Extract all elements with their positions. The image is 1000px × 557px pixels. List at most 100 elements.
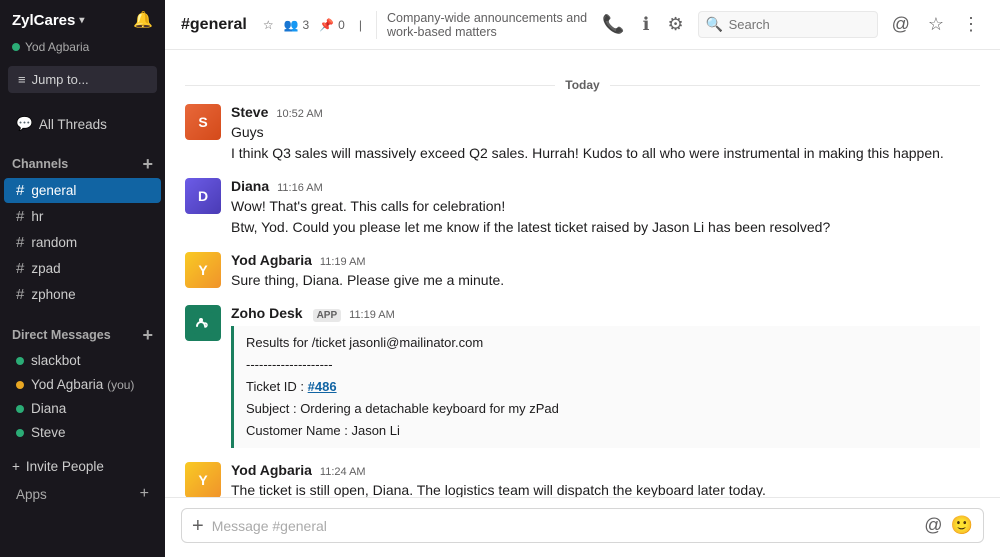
at-mention-icon[interactable]: @ xyxy=(924,515,942,536)
message-content-yod2: Yod Agbaria 11:24 AM The ticket is still… xyxy=(231,462,980,497)
jump-to-label: Jump to... xyxy=(32,72,89,87)
bookmark-icon[interactable]: ☆ xyxy=(924,10,948,39)
hash-icon: # xyxy=(16,182,24,199)
all-threads-label: All Threads xyxy=(39,117,107,132)
channel-random-label: random xyxy=(31,235,77,250)
message-content-zoho: Zoho Desk APP 11:19 AM Results for /tick… xyxy=(231,305,980,448)
dm-header[interactable]: Direct Messages + xyxy=(0,322,165,348)
settings-icon[interactable]: ⚙ xyxy=(663,10,687,39)
hash-icon: # xyxy=(16,286,24,303)
dm-diana[interactable]: Diana xyxy=(4,397,161,420)
pins-button[interactable]: 📌 0 xyxy=(319,18,345,32)
phone-icon[interactable]: 📞 xyxy=(598,10,628,39)
message-input[interactable] xyxy=(212,518,917,534)
channel-zphone-label: zphone xyxy=(31,287,75,302)
sidebar-item-all-threads[interactable]: 💬 All Threads xyxy=(4,112,161,136)
dm-label: Direct Messages xyxy=(12,328,111,342)
channel-hr-label: hr xyxy=(31,209,43,224)
message-group-yod2: Y Yod Agbaria 11:24 AM The ticket is sti… xyxy=(185,462,980,497)
sidebar-item-zphone[interactable]: # zphone xyxy=(4,282,161,307)
bell-icon[interactable]: 🔔 xyxy=(133,10,153,30)
sidebar-item-zpad[interactable]: # zpad xyxy=(4,256,161,281)
workspace-caret-icon: ▾ xyxy=(79,15,84,26)
msg-steve-line2: I think Q3 sales will massively exceed Q… xyxy=(231,143,980,164)
separator: | xyxy=(355,14,366,36)
message-group-steve: S Steve 10:52 AM Guys I think Q3 sales w… xyxy=(185,104,980,164)
sender-diana1: Diana xyxy=(231,178,269,194)
star-icon: ☆ xyxy=(263,18,274,32)
workspace-name[interactable]: ZylCares ▾ xyxy=(12,12,84,29)
message-content-steve: Steve 10:52 AM Guys I think Q3 sales wil… xyxy=(231,104,980,164)
dm-section: Direct Messages + slackbot Yod Agbaria (… xyxy=(0,322,165,445)
dm-dot-slackbot xyxy=(16,357,24,365)
app-badge: APP xyxy=(313,309,342,322)
sidebar: ZylCares ▾ 🔔 Yod Agbaria ≡ Jump to... 💬 … xyxy=(0,0,165,557)
sidebar-item-general[interactable]: # general xyxy=(4,178,161,203)
workspace-header: ZylCares ▾ 🔔 xyxy=(0,0,165,38)
timestamp-diana1: 11:16 AM xyxy=(277,182,323,194)
message-group-diana1: D Diana 11:16 AM Wow! That's great. This… xyxy=(185,178,980,238)
topbar: #general ☆ 👥 3 📌 0 | Company-wide announ… xyxy=(165,0,1000,50)
sidebar-item-hr[interactable]: # hr xyxy=(4,204,161,229)
timestamp-steve: 10:52 AM xyxy=(276,108,322,120)
message-content-diana1: Diana 11:16 AM Wow! That's great. This c… xyxy=(231,178,980,238)
zoho-ticket-id: Ticket ID : #486 xyxy=(246,376,968,398)
sidebar-bottom: + Invite People Apps + xyxy=(0,453,165,508)
timestamp-yod1: 11:19 AM xyxy=(320,256,366,268)
info-icon[interactable]: ℹ xyxy=(639,10,654,39)
dm-slackbot[interactable]: slackbot xyxy=(4,349,161,372)
status-dot xyxy=(12,43,20,51)
message-content-yod1: Yod Agbaria 11:19 AM Sure thing, Diana. … xyxy=(231,252,980,291)
ticket-id-link[interactable]: #486 xyxy=(308,379,337,394)
jump-icon: ≡ xyxy=(18,72,26,87)
zoho-customer: Customer Name : Jason Li xyxy=(246,420,968,442)
zoho-subject: Subject : Ordering a detachable keyboard… xyxy=(246,398,968,420)
add-channel-icon[interactable]: + xyxy=(142,155,153,173)
message-group-zoho: Zoho Desk APP 11:19 AM Results for /tick… xyxy=(185,305,980,448)
msg-steve-line1: Guys xyxy=(231,122,980,143)
threads-icon: 💬 xyxy=(16,116,33,132)
timestamp-zoho: 11:19 AM xyxy=(349,309,395,321)
more-icon[interactable]: ⋮ xyxy=(958,10,984,39)
message-header-zoho: Zoho Desk APP 11:19 AM xyxy=(231,305,980,322)
hash-icon: # xyxy=(16,208,24,225)
members-count: 3 xyxy=(303,18,310,32)
dm-dot-diana xyxy=(16,405,24,413)
add-dm-icon[interactable]: + xyxy=(142,326,153,344)
dm-yod-label: Yod Agbaria (you) xyxy=(31,377,134,392)
emoji-icon[interactable]: 🙂 xyxy=(951,515,973,536)
dm-yod[interactable]: Yod Agbaria (you) xyxy=(4,373,161,396)
add-attachment-button[interactable]: + xyxy=(192,516,204,536)
sidebar-item-random[interactable]: # random xyxy=(4,230,161,255)
msg-yod1-line1: Sure thing, Diana. Please give me a minu… xyxy=(231,270,980,291)
members-button[interactable]: 👥 3 xyxy=(284,18,310,32)
channel-general-label: general xyxy=(31,183,76,198)
sender-yod2: Yod Agbaria xyxy=(231,462,312,478)
channels-header[interactable]: Channels + xyxy=(0,151,165,177)
channel-zpad-label: zpad xyxy=(31,261,60,276)
channel-title: #general xyxy=(181,16,247,34)
dm-steve[interactable]: Steve xyxy=(4,421,161,444)
star-button[interactable]: ☆ xyxy=(263,18,274,32)
pin-icon: 📌 xyxy=(319,18,334,32)
user-status: Yod Agbaria xyxy=(0,38,165,62)
date-divider: Today xyxy=(185,78,980,92)
timestamp-yod2: 11:24 AM xyxy=(320,466,366,478)
input-right-icons: @ 🙂 xyxy=(924,515,973,536)
msg-diana1-line1: Wow! That's great. This calls for celebr… xyxy=(231,196,980,217)
dm-slackbot-label: slackbot xyxy=(31,353,81,368)
members-icon: 👥 xyxy=(284,18,299,32)
apps-section[interactable]: Apps + xyxy=(4,481,161,507)
avatar-steve: S xyxy=(185,104,221,140)
at-icon[interactable]: @ xyxy=(888,10,914,39)
topbar-meta: ☆ 👥 3 📌 0 | Company-wide announcements a… xyxy=(263,11,590,39)
channels-label: Channels xyxy=(12,157,68,171)
jump-to-button[interactable]: ≡ Jump to... xyxy=(8,66,157,93)
message-header-yod2: Yod Agbaria 11:24 AM xyxy=(231,462,980,478)
invite-people-button[interactable]: + Invite People xyxy=(0,453,165,480)
channels-section: Channels + # general # hr # random # zpa… xyxy=(0,151,165,308)
avatar-yod1: Y xyxy=(185,252,221,288)
add-apps-icon[interactable]: + xyxy=(140,485,149,503)
hash-icon: # xyxy=(16,260,24,277)
search-input[interactable] xyxy=(698,11,878,38)
